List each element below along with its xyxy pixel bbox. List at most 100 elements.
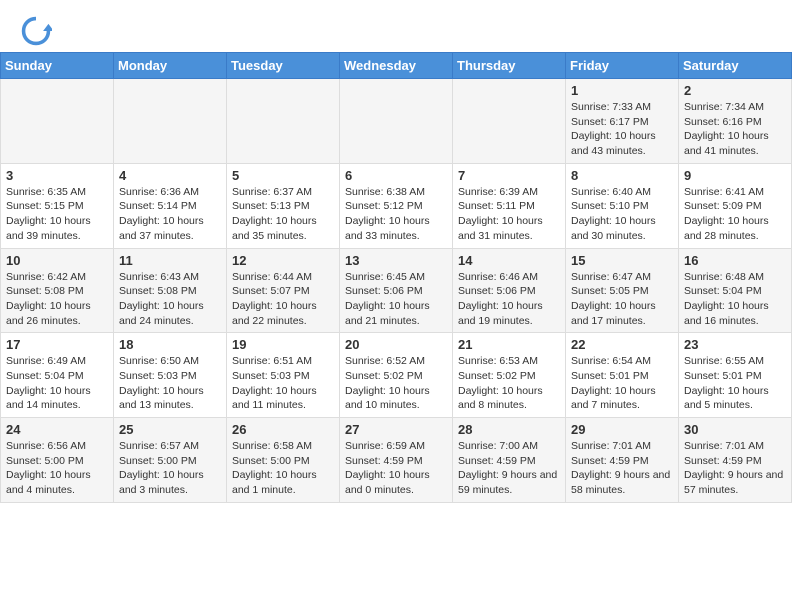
weekday-header-monday: Monday bbox=[114, 53, 227, 79]
day-info: Sunrise: 6:58 AM Sunset: 5:00 PM Dayligh… bbox=[232, 439, 334, 498]
day-info: Sunrise: 6:44 AM Sunset: 5:07 PM Dayligh… bbox=[232, 270, 334, 329]
day-info: Sunrise: 6:40 AM Sunset: 5:10 PM Dayligh… bbox=[571, 185, 673, 244]
day-number: 4 bbox=[119, 168, 221, 183]
calendar-cell: 6 Sunrise: 6:38 AM Sunset: 5:12 PM Daylig… bbox=[340, 163, 453, 248]
calendar-week-4: 17 Sunrise: 6:49 AM Sunset: 5:04 PM Dayli… bbox=[1, 333, 792, 418]
calendar-cell: 1 Sunrise: 7:33 AM Sunset: 6:17 PM Daylig… bbox=[566, 79, 679, 164]
day-number: 16 bbox=[684, 253, 786, 268]
calendar-cell: 30 Sunrise: 7:01 AM Sunset: 4:59 PM Dayli… bbox=[679, 418, 792, 503]
day-info: Sunrise: 6:57 AM Sunset: 5:00 PM Dayligh… bbox=[119, 439, 221, 498]
calendar-cell: 26 Sunrise: 6:58 AM Sunset: 5:00 PM Dayli… bbox=[227, 418, 340, 503]
calendar-cell: 27Sunrise: 6:59 AM Sunset: 4:59 PM Dayli… bbox=[340, 418, 453, 503]
weekday-header-wednesday: Wednesday bbox=[340, 53, 453, 79]
day-info: Sunrise: 6:46 AM Sunset: 5:06 PM Dayligh… bbox=[458, 270, 560, 329]
calendar-cell: 13 Sunrise: 6:45 AM Sunset: 5:06 PM Dayli… bbox=[340, 248, 453, 333]
calendar-cell: 8Sunrise: 6:40 AM Sunset: 5:10 PM Daylig… bbox=[566, 163, 679, 248]
day-number: 3 bbox=[6, 168, 108, 183]
calendar-cell bbox=[340, 79, 453, 164]
day-number: 12 bbox=[232, 253, 334, 268]
calendar-cell: 7 Sunrise: 6:39 AM Sunset: 5:11 PM Daylig… bbox=[453, 163, 566, 248]
calendar-cell: 14 Sunrise: 6:46 AM Sunset: 5:06 PM Dayli… bbox=[453, 248, 566, 333]
day-number: 25 bbox=[119, 422, 221, 437]
calendar-week-1: 1 Sunrise: 7:33 AM Sunset: 6:17 PM Daylig… bbox=[1, 79, 792, 164]
day-number: 18 bbox=[119, 337, 221, 352]
calendar-cell bbox=[114, 79, 227, 164]
day-number: 13 bbox=[345, 253, 447, 268]
day-info: Sunrise: 6:36 AM Sunset: 5:14 PM Dayligh… bbox=[119, 185, 221, 244]
day-info: Sunrise: 6:47 AM Sunset: 5:05 PM Dayligh… bbox=[571, 270, 673, 329]
day-number: 21 bbox=[458, 337, 560, 352]
calendar-cell: 2 Sunrise: 7:34 AM Sunset: 6:16 PM Daylig… bbox=[679, 79, 792, 164]
day-info: Sunrise: 6:41 AM Sunset: 5:09 PM Dayligh… bbox=[684, 185, 786, 244]
day-number: 17 bbox=[6, 337, 108, 352]
page-header bbox=[0, 0, 792, 52]
day-info: Sunrise: 7:33 AM Sunset: 6:17 PM Dayligh… bbox=[571, 100, 673, 159]
day-info: Sunrise: 6:55 AM Sunset: 5:01 PM Dayligh… bbox=[684, 354, 786, 413]
day-number: 24 bbox=[6, 422, 108, 437]
day-info: Sunrise: 6:48 AM Sunset: 5:04 PM Dayligh… bbox=[684, 270, 786, 329]
calendar-cell bbox=[453, 79, 566, 164]
day-number: 2 bbox=[684, 83, 786, 98]
calendar-cell: 5 Sunrise: 6:37 AM Sunset: 5:13 PM Daylig… bbox=[227, 163, 340, 248]
day-number: 28 bbox=[458, 422, 560, 437]
day-info: Sunrise: 6:50 AM Sunset: 5:03 PM Dayligh… bbox=[119, 354, 221, 413]
weekday-header-row: SundayMondayTuesdayWednesdayThursdayFrid… bbox=[1, 53, 792, 79]
day-number: 10 bbox=[6, 253, 108, 268]
day-number: 15 bbox=[571, 253, 673, 268]
calendar-cell: 18 Sunrise: 6:50 AM Sunset: 5:03 PM Dayli… bbox=[114, 333, 227, 418]
calendar-cell: 24Sunrise: 6:56 AM Sunset: 5:00 PM Dayli… bbox=[1, 418, 114, 503]
day-info: Sunrise: 7:00 AM Sunset: 4:59 PM Dayligh… bbox=[458, 439, 560, 498]
calendar-cell: 10 Sunrise: 6:42 AM Sunset: 5:08 PM Dayli… bbox=[1, 248, 114, 333]
weekday-header-thursday: Thursday bbox=[453, 53, 566, 79]
day-number: 27 bbox=[345, 422, 447, 437]
day-number: 29 bbox=[571, 422, 673, 437]
calendar-cell: 28 Sunrise: 7:00 AM Sunset: 4:59 PM Dayli… bbox=[453, 418, 566, 503]
day-info: Sunrise: 6:49 AM Sunset: 5:04 PM Dayligh… bbox=[6, 354, 108, 413]
calendar-cell: 9 Sunrise: 6:41 AM Sunset: 5:09 PM Daylig… bbox=[679, 163, 792, 248]
calendar-cell: 22 Sunrise: 6:54 AM Sunset: 5:01 PM Dayli… bbox=[566, 333, 679, 418]
calendar-cell: 11Sunrise: 6:43 AM Sunset: 5:08 PM Dayli… bbox=[114, 248, 227, 333]
day-info: Sunrise: 6:35 AM Sunset: 5:15 PM Dayligh… bbox=[6, 185, 108, 244]
calendar-cell: 20 Sunrise: 6:52 AM Sunset: 5:02 PM Dayli… bbox=[340, 333, 453, 418]
day-info: Sunrise: 6:38 AM Sunset: 5:12 PM Dayligh… bbox=[345, 185, 447, 244]
logo bbox=[20, 15, 56, 47]
calendar-cell: 15 Sunrise: 6:47 AM Sunset: 5:05 PM Dayli… bbox=[566, 248, 679, 333]
day-number: 14 bbox=[458, 253, 560, 268]
calendar-cell: 19Sunrise: 6:51 AM Sunset: 5:03 PM Dayli… bbox=[227, 333, 340, 418]
calendar-week-2: 3 Sunrise: 6:35 AM Sunset: 5:15 PM Daylig… bbox=[1, 163, 792, 248]
day-number: 1 bbox=[571, 83, 673, 98]
calendar-table: SundayMondayTuesdayWednesdayThursdayFrid… bbox=[0, 52, 792, 503]
day-number: 26 bbox=[232, 422, 334, 437]
day-info: Sunrise: 6:39 AM Sunset: 5:11 PM Dayligh… bbox=[458, 185, 560, 244]
calendar-cell bbox=[227, 79, 340, 164]
day-number: 7 bbox=[458, 168, 560, 183]
day-number: 11 bbox=[119, 253, 221, 268]
calendar-cell: 25 Sunrise: 6:57 AM Sunset: 5:00 PM Dayli… bbox=[114, 418, 227, 503]
weekday-header-friday: Friday bbox=[566, 53, 679, 79]
day-info: Sunrise: 6:45 AM Sunset: 5:06 PM Dayligh… bbox=[345, 270, 447, 329]
calendar-cell: 3 Sunrise: 6:35 AM Sunset: 5:15 PM Daylig… bbox=[1, 163, 114, 248]
weekday-header-sunday: Sunday bbox=[1, 53, 114, 79]
day-number: 9 bbox=[684, 168, 786, 183]
day-number: 30 bbox=[684, 422, 786, 437]
day-info: Sunrise: 7:01 AM Sunset: 4:59 PM Dayligh… bbox=[684, 439, 786, 498]
day-number: 22 bbox=[571, 337, 673, 352]
calendar-cell bbox=[1, 79, 114, 164]
day-info: Sunrise: 6:52 AM Sunset: 5:02 PM Dayligh… bbox=[345, 354, 447, 413]
day-info: Sunrise: 6:37 AM Sunset: 5:13 PM Dayligh… bbox=[232, 185, 334, 244]
weekday-header-saturday: Saturday bbox=[679, 53, 792, 79]
calendar-cell: 21 Sunrise: 6:53 AM Sunset: 5:02 PM Dayli… bbox=[453, 333, 566, 418]
calendar-week-3: 10 Sunrise: 6:42 AM Sunset: 5:08 PM Dayli… bbox=[1, 248, 792, 333]
day-info: Sunrise: 6:54 AM Sunset: 5:01 PM Dayligh… bbox=[571, 354, 673, 413]
day-info: Sunrise: 6:53 AM Sunset: 5:02 PM Dayligh… bbox=[458, 354, 560, 413]
calendar-cell: 4 Sunrise: 6:36 AM Sunset: 5:14 PM Daylig… bbox=[114, 163, 227, 248]
day-number: 6 bbox=[345, 168, 447, 183]
day-info: Sunrise: 6:51 AM Sunset: 5:03 PM Dayligh… bbox=[232, 354, 334, 413]
day-number: 20 bbox=[345, 337, 447, 352]
calendar-cell: 16 Sunrise: 6:48 AM Sunset: 5:04 PM Dayli… bbox=[679, 248, 792, 333]
day-info: Sunrise: 7:34 AM Sunset: 6:16 PM Dayligh… bbox=[684, 100, 786, 159]
calendar-cell: 23Sunrise: 6:55 AM Sunset: 5:01 PM Dayli… bbox=[679, 333, 792, 418]
calendar-week-5: 24Sunrise: 6:56 AM Sunset: 5:00 PM Dayli… bbox=[1, 418, 792, 503]
day-info: Sunrise: 6:42 AM Sunset: 5:08 PM Dayligh… bbox=[6, 270, 108, 329]
day-number: 5 bbox=[232, 168, 334, 183]
